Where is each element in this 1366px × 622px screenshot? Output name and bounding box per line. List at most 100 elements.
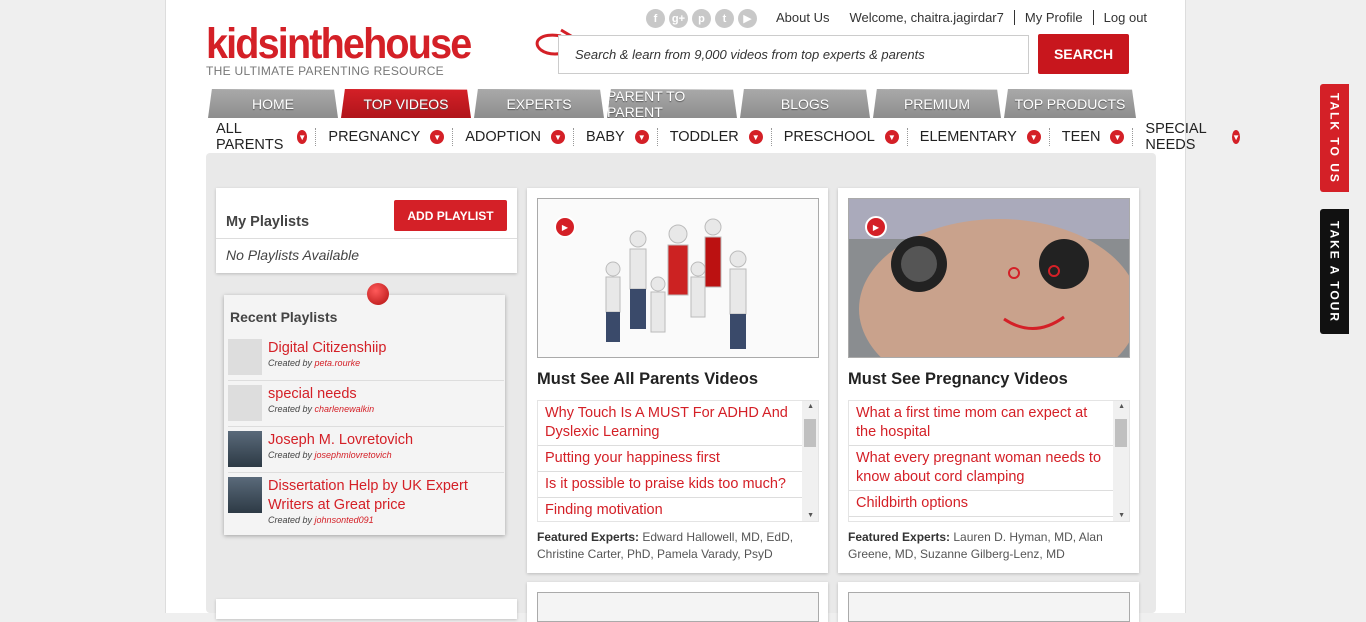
chevron-down-icon[interactable]: ▼ [748,130,763,144]
avatar [228,477,262,513]
main-tabs: HOME TOP VIDEOS EXPERTS PARENT TO PARENT… [208,89,1136,118]
facebook-icon[interactable]: f [646,9,665,28]
tab-blogs[interactable]: BLOGS [740,89,870,118]
tab-experts[interactable]: EXPERTS [474,89,604,118]
divider [656,128,658,146]
avatar [228,431,262,467]
chevron-down-icon[interactable]: ▼ [551,130,565,144]
video-link[interactable]: Finding motivation [538,498,803,521]
featured-experts: Featured Experts: Edward Hallowell, MD, … [537,529,819,563]
author-link[interactable]: johnsonted091 [315,515,374,525]
top-links: About Us Welcome, chaitra.jagirdar7 My P… [766,10,1157,25]
video-link[interactable]: Why Touch Is A MUST For ADHD And Dyslexi… [538,401,803,446]
tab-top-videos[interactable]: TOP VIDEOS [341,89,471,118]
youtube-icon[interactable]: ▶ [738,9,757,28]
video-link[interactable]: What a first time mom can expect at the … [849,401,1114,446]
subnav-elementary[interactable]: ELEMENTARY ▼ [920,128,1050,146]
recent-playlists-title: Recent Playlists [230,309,338,325]
about-link[interactable]: About Us [766,10,839,25]
featured-label: Featured Experts: [848,530,951,544]
search-input[interactable]: Search & learn from 9,000 videos from to… [558,35,1029,74]
welcome-text: Welcome, chaitra.jagirdar7 [839,10,1015,25]
chevron-down-icon[interactable]: ▼ [1026,130,1041,144]
pinterest-icon[interactable]: p [692,9,711,28]
divider [1132,128,1134,146]
divider [1048,128,1050,146]
author-link[interactable]: charlenewalkin [315,404,375,414]
playlist-title[interactable]: Digital Citizenshiip [268,339,386,358]
list-item[interactable]: special needs Created by charlenewalkin [228,381,504,427]
pushpin-icon [367,283,389,305]
tab-top-products[interactable]: TOP PRODUCTS [1004,89,1136,118]
video-thumbnail[interactable] [848,592,1130,622]
chevron-down-icon[interactable]: ▼ [1232,130,1241,144]
my-playlists-panel: My Playlists ADD PLAYLIST No Playlists A… [216,188,517,273]
video-link[interactable]: What every pregnant woman needs to know … [849,446,1114,491]
scrollbar-thumb[interactable] [1115,419,1127,447]
take-a-tour-tab[interactable]: TAKE A TOUR [1320,209,1349,334]
logout-link[interactable]: Log out [1094,10,1157,25]
video-list: What a first time mom can expect at the … [848,400,1130,522]
list-item[interactable]: Joseph M. Lovretovich Created by josephm… [228,427,504,473]
subnav-toddler[interactable]: TODDLER ▼ [670,128,772,146]
social-icons: f g+ p t ▶ [646,9,757,28]
divider [315,128,317,146]
playlist-creator: Created by charlenewalkin [268,404,374,414]
subnav-baby[interactable]: BABY ▼ [586,128,658,146]
subnav-all-parents[interactable]: ALL PARENTS ▼ [216,121,317,153]
author-link[interactable]: josephmlovretovich [315,450,392,460]
play-icon[interactable]: ▶ [554,216,576,238]
chevron-down-icon[interactable]: ▼ [297,130,308,144]
video-thumbnail[interactable]: ▶ [537,198,819,358]
playlist-title[interactable]: Joseph M. Lovretovich [268,431,413,450]
tab-home[interactable]: HOME [208,89,338,118]
list-item[interactable]: Digital Citizenshiip Created by peta.rou… [228,335,504,381]
video-thumbnail[interactable] [537,592,819,622]
recent-playlists-panel: Recent Playlists Digital Citizenshiip Cr… [224,283,505,535]
playlist-title[interactable]: Dissertation Help by UK Expert Writers a… [268,477,504,515]
divider [770,128,772,146]
subnav-pregnancy[interactable]: PREGNANCY ▼ [328,128,454,146]
chevron-down-icon[interactable]: ▼ [1110,130,1125,144]
talk-to-us-tab[interactable]: TALK TO US [1320,84,1349,192]
scroll-up-icon[interactable]: ▲ [1118,403,1125,410]
kids-photo [538,199,818,357]
my-playlists-title: My Playlists [226,214,310,230]
video-link[interactable]: Childbirth options [849,491,1114,517]
scrollbar-thumb[interactable] [804,419,816,447]
scroll-down-icon[interactable]: ▼ [807,512,814,519]
play-icon[interactable]: ▶ [865,216,887,238]
created-by-label: Created by [268,404,313,414]
card-title: Must See Pregnancy Videos [848,370,1068,388]
subnav-adoption[interactable]: ADOPTION ▼ [465,128,574,146]
site-logo[interactable]: kidsinthehouse THE ULTIMATE PARENTING RE… [206,22,493,78]
main-content: My Playlists ADD PLAYLIST No Playlists A… [206,153,1156,622]
created-by-label: Created by [268,515,313,525]
subnav-special-needs[interactable]: SPECIAL NEEDS ▼ [1145,121,1241,153]
list-item[interactable]: Dissertation Help by UK Expert Writers a… [228,473,504,529]
scroll-down-icon[interactable]: ▼ [1118,512,1125,519]
subnav-preschool[interactable]: PRESCHOOL ▼ [784,128,908,146]
author-link[interactable]: peta.rourke [315,358,361,368]
twitter-icon[interactable]: t [715,9,734,28]
chevron-down-icon[interactable]: ▼ [634,130,649,144]
my-profile-link[interactable]: My Profile [1015,10,1094,25]
subnav-label: ALL PARENTS [216,121,284,153]
scroll-up-icon[interactable]: ▲ [807,403,814,410]
chevron-down-icon[interactable]: ▼ [430,130,445,144]
avatar [228,385,262,421]
subnav-teen[interactable]: TEEN ▼ [1062,128,1134,146]
playlist-creator: Created by peta.rourke [268,358,386,368]
tab-premium[interactable]: PREMIUM [873,89,1001,118]
video-link[interactable]: Putting your happiness first [538,446,803,472]
search-button[interactable]: SEARCH [1038,34,1129,74]
created-by-label: Created by [268,450,313,460]
google-plus-icon[interactable]: g+ [669,9,688,28]
chevron-down-icon[interactable]: ▼ [884,130,899,144]
video-link[interactable]: Is it possible to praise kids too much? [538,472,803,498]
video-thumbnail[interactable]: ▶ [848,198,1130,358]
add-playlist-button[interactable]: ADD PLAYLIST [394,200,507,231]
featured-experts: Featured Experts: Lauren D. Hyman, MD, A… [848,529,1130,563]
tab-parent-to-parent[interactable]: PARENT TO PARENT [607,89,737,118]
playlist-title[interactable]: special needs [268,385,374,404]
